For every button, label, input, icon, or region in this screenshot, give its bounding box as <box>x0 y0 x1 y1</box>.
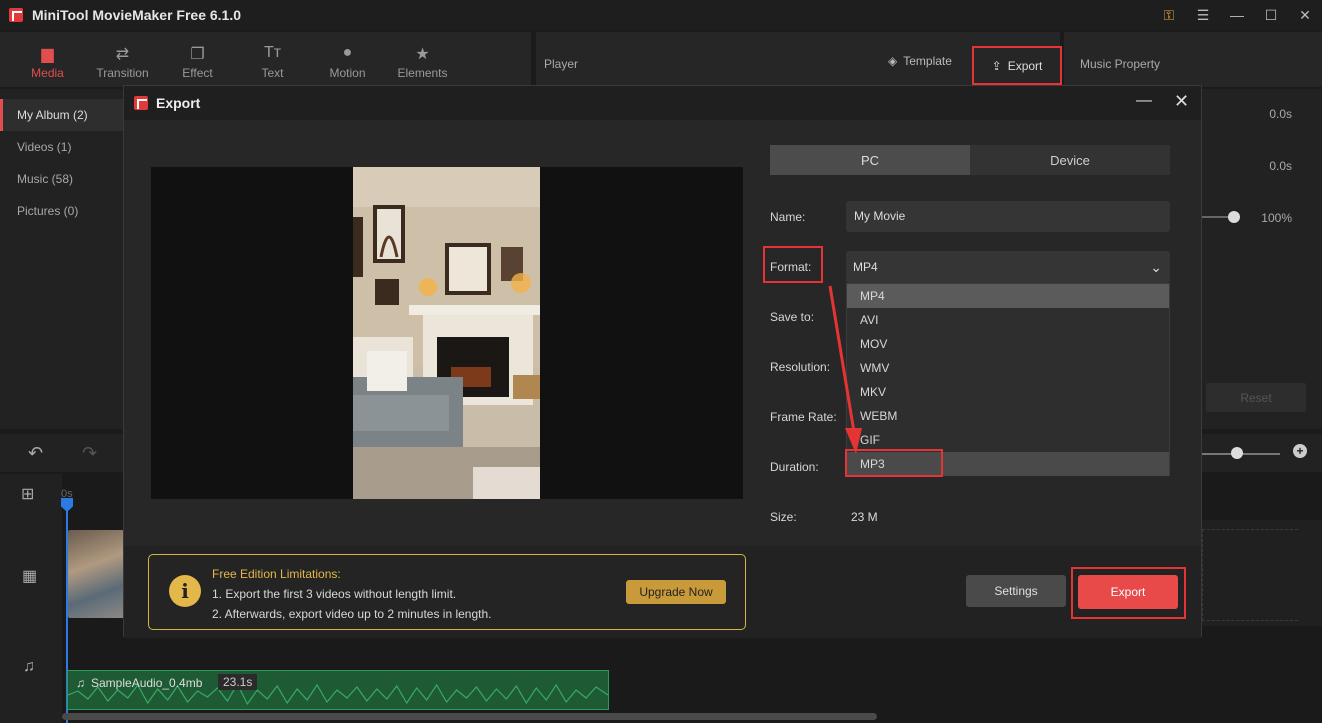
app-logo-icon <box>134 96 148 110</box>
drop-zone <box>1202 529 1298 621</box>
folder-icon: ▆ <box>41 46 54 63</box>
music-property-label: Music Property <box>1080 57 1161 71</box>
close-icon[interactable]: ✕ <box>1174 91 1189 112</box>
duration-label: Duration: <box>770 460 819 474</box>
motion-icon: ● <box>342 44 353 61</box>
tab-media[interactable]: ▆ Media <box>10 32 85 87</box>
maximize-icon[interactable]: ☐ <box>1254 0 1288 30</box>
minimize-icon[interactable]: — <box>1136 92 1152 110</box>
format-select[interactable]: MP4 ⌄ <box>846 251 1170 283</box>
size-value: 23 M <box>851 510 878 524</box>
limits-title: Free Edition Limitations: <box>212 567 341 581</box>
video-clip-thumbnail[interactable] <box>68 530 124 618</box>
tab-motion[interactable]: ● Motion <box>310 32 385 87</box>
template-label: Template <box>903 54 952 68</box>
export-dialog: Export — ✕ PC Device Name: My Movie Form… <box>123 85 1202 638</box>
horizontal-scrollbar[interactable] <box>62 713 877 720</box>
tab-label: Transition <box>96 66 149 80</box>
minimize-icon[interactable]: — <box>1220 0 1254 30</box>
redo-icon[interactable]: ↷ <box>82 443 97 464</box>
transition-icon: ⇄ <box>115 46 130 63</box>
tab-label: Media <box>31 66 64 80</box>
upload-icon: ⇪ <box>991 58 1002 73</box>
upgrade-now-button[interactable]: Upgrade Now <box>626 580 726 604</box>
title-bar: MiniTool MovieMaker Free 6.1.0 ⚿ ☰ — ☐ ✕ <box>0 0 1322 30</box>
tab-label: Effect <box>182 66 213 80</box>
fade-in-value: 0.0s <box>1269 107 1292 121</box>
music-note-icon: ♫ <box>76 676 85 690</box>
menu-icon[interactable]: ☰ <box>1186 0 1220 30</box>
tab-elements[interactable]: ★ Elements <box>385 32 460 87</box>
export-button[interactable]: Export <box>1078 575 1178 609</box>
fade-out-value: 0.0s <box>1269 159 1292 173</box>
export-top-button[interactable]: ⇪ Export <box>972 46 1062 85</box>
format-option-mov[interactable]: MOV <box>847 332 1169 356</box>
tab-label: Motion <box>329 66 366 80</box>
track-header-column <box>0 474 62 723</box>
close-icon[interactable]: ✕ <box>1288 0 1322 30</box>
elements-icon: ★ <box>415 46 430 63</box>
preview-image <box>353 167 540 499</box>
tab-label: Text <box>261 66 284 80</box>
tab-device[interactable]: Device <box>970 145 1170 175</box>
name-field[interactable]: My Movie <box>846 201 1170 232</box>
player-header: Player ◈ Template ⇪ Export <box>536 32 1062 87</box>
video-track-icon: ▦ <box>22 568 38 585</box>
reset-button[interactable]: Reset <box>1206 383 1306 412</box>
tab-pc[interactable]: PC <box>770 145 970 175</box>
layers-icon: ◈ <box>888 54 898 68</box>
export-top-label: Export <box>1007 58 1043 73</box>
format-option-mp4[interactable]: MP4 <box>847 284 1169 308</box>
audio-clip-label: SampleAudio_0.4mb <box>91 676 203 690</box>
format-selected-value: MP4 <box>853 260 878 274</box>
export-target-tabs: PC Device <box>770 145 1170 175</box>
living-room-image <box>353 167 540 499</box>
key-icon[interactable]: ⚿ <box>1152 0 1186 30</box>
tab-text[interactable]: Tт Text <box>235 32 310 87</box>
free-edition-notice: i Free Edition Limitations: 1. Export th… <box>148 554 746 630</box>
audio-clip[interactable]: ♫ SampleAudio_0.4mb 23.1s <box>67 670 609 710</box>
zoom-slider-knob[interactable] <box>1231 447 1243 459</box>
format-option-mkv[interactable]: MKV <box>847 380 1169 404</box>
tab-effect[interactable]: ❐ Effect <box>160 32 235 87</box>
video-preview <box>151 167 743 499</box>
undo-icon[interactable]: ↶ <box>28 443 43 464</box>
template-button[interactable]: ◈ Template <box>888 54 952 68</box>
player-label: Player <box>544 57 579 71</box>
main-toolbar: ▆ Media ⇄ Transition ❐ Effect Tт Text ● … <box>0 32 531 87</box>
size-label: Size: <box>770 510 797 524</box>
save-to-label: Save to: <box>770 310 815 324</box>
app-title: MiniTool MovieMaker Free 6.1.0 <box>32 7 242 23</box>
annotation-arrow <box>828 285 862 454</box>
tab-transition[interactable]: ⇄ Transition <box>85 32 160 87</box>
format-dropdown-list: MP4 AVI MOV WMV MKV WEBM GIF MP3 <box>846 283 1170 476</box>
add-track-icon[interactable]: ⊞ <box>21 484 34 504</box>
info-icon: i <box>169 575 201 607</box>
dialog-footer: i Free Edition Limitations: 1. Export th… <box>124 546 1201 638</box>
format-option-webm[interactable]: WEBM <box>847 404 1169 428</box>
music-property-header: Music Property <box>1064 32 1322 87</box>
name-label: Name: <box>770 210 806 224</box>
format-label: Format: <box>770 260 812 274</box>
volume-slider-knob[interactable] <box>1228 211 1240 223</box>
effect-icon: ❐ <box>190 46 205 63</box>
zoom-in-icon[interactable]: + <box>1293 444 1307 458</box>
text-icon: Tт <box>263 44 282 61</box>
format-option-avi[interactable]: AVI <box>847 308 1169 332</box>
audio-clip-name: ♫ SampleAudio_0.4mb <box>76 676 202 690</box>
app-logo-icon <box>9 8 23 22</box>
limits-line-1: 1. Export the first 3 videos without len… <box>212 587 457 601</box>
limits-line-2: 2. Afterwards, export video up to 2 minu… <box>212 607 492 621</box>
volume-value: 100% <box>1261 211 1292 225</box>
dialog-title: Export <box>156 95 201 111</box>
audio-clip-duration: 23.1s <box>218 674 258 690</box>
tab-label: Elements <box>397 66 448 80</box>
settings-button[interactable]: Settings <box>966 575 1066 607</box>
dialog-header: Export — ✕ <box>124 86 1201 120</box>
music-track-icon: ♫ <box>23 658 35 675</box>
window-controls: ⚿ ☰ — ☐ ✕ <box>1152 0 1322 30</box>
format-option-wmv[interactable]: WMV <box>847 356 1169 380</box>
chevron-down-icon: ⌄ <box>1150 259 1162 275</box>
